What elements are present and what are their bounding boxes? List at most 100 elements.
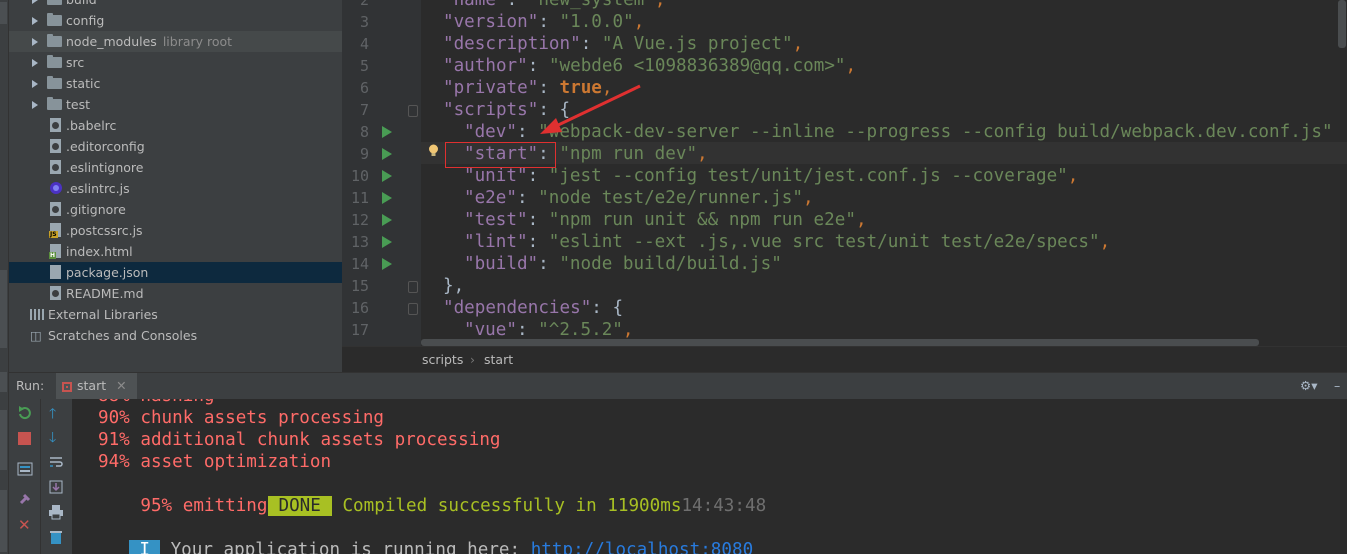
folder-icon	[47, 55, 62, 68]
minimize-icon[interactable]: –	[1334, 373, 1340, 399]
tree-item-label: .postcssrc.js	[66, 223, 143, 238]
tree-item[interactable]: README.md	[9, 283, 342, 304]
tree-item[interactable]: build	[9, 0, 342, 10]
project-tree: build config node_moduleslibrary root src st…	[9, 0, 342, 372]
line-number: 15	[350, 277, 369, 295]
close-run-icon[interactable]: ✕	[18, 517, 34, 533]
code-line: "vue": "^2.5.2",	[464, 320, 634, 340]
console-progress-line: 94% asset optimization	[98, 452, 332, 472]
tree-item[interactable]: ◫ Scratches and Consoles	[9, 325, 342, 346]
edge-tab-project[interactable]	[0, 2, 7, 24]
line-number: 3	[359, 13, 369, 31]
tree-item[interactable]: .gitignore	[9, 199, 342, 220]
expand-arrow-icon[interactable]	[32, 38, 38, 46]
edge-tab-npm[interactable]	[0, 410, 7, 470]
run-console[interactable]: 88% hashing90% chunk assets processing91…	[72, 399, 1347, 554]
html-file-icon	[49, 244, 61, 259]
tree-item[interactable]: .babelrc	[9, 115, 342, 136]
fold-marker-icon[interactable]	[408, 281, 418, 293]
down-arrow-icon[interactable]: 🡓	[49, 427, 65, 446]
run-script-icon[interactable]	[382, 192, 392, 204]
expand-arrow-icon[interactable]	[32, 0, 38, 4]
editor-horizontal-scrollbar[interactable]	[421, 339, 1259, 346]
run-script-icon[interactable]	[382, 236, 392, 248]
expand-arrow-icon[interactable]	[32, 59, 38, 67]
code-line: "dependencies": {	[443, 298, 624, 318]
expand-arrow-icon[interactable]	[32, 101, 38, 109]
tree-item-label: .gitignore	[66, 202, 126, 217]
clear-trash-icon[interactable]	[48, 529, 64, 545]
up-arrow-icon[interactable]: 🡑	[49, 403, 65, 422]
pin-icon[interactable]	[17, 491, 33, 507]
code-editor[interactable]: "name": "new_system", "version": "1.0.0",…	[421, 0, 1347, 346]
rerun-icon[interactable]	[17, 405, 33, 421]
running-line: I Your application is running here: http…	[87, 517, 753, 554]
stop-icon[interactable]	[18, 432, 31, 445]
run-script-icon[interactable]	[382, 126, 392, 138]
tree-item-label: External Libraries	[48, 307, 158, 322]
tree-item[interactable]: config	[9, 10, 342, 31]
line-number: 4	[359, 35, 369, 53]
breadcrumb-item-scripts[interactable]: scripts	[422, 347, 463, 373]
libraries-icon	[30, 309, 46, 320]
run-toolwindow-header: Run: start ✕ ⚙▾ –	[9, 372, 1347, 399]
config-file-icon	[50, 160, 61, 174]
line-number: 14	[350, 255, 369, 273]
tree-item-label: index.html	[66, 244, 133, 259]
tree-item[interactable]: package.json	[9, 262, 342, 283]
edge-tab-favorites[interactable]	[0, 270, 7, 348]
tree-item[interactable]: External Libraries	[9, 304, 342, 325]
library-root-note: library root	[162, 34, 233, 49]
breadcrumb: scripts › start	[342, 346, 1347, 373]
folder-icon	[47, 97, 62, 110]
folder-icon	[47, 76, 62, 89]
run-script-icon[interactable]	[382, 258, 392, 270]
breadcrumb-item-start[interactable]: start	[484, 347, 513, 373]
line-number: 9	[359, 145, 369, 163]
tree-item[interactable]: .editorconfig	[9, 136, 342, 157]
code-line: },	[443, 276, 465, 296]
gear-icon[interactable]: ⚙▾	[1300, 373, 1317, 399]
tree-item[interactable]: static	[9, 73, 342, 94]
info-badge: I	[129, 540, 160, 554]
run-script-icon[interactable]	[382, 170, 392, 182]
expand-arrow-icon[interactable]	[32, 17, 38, 25]
emit-progress: 95% emitting	[140, 496, 268, 516]
line-number: 13	[350, 233, 369, 251]
layout-icon[interactable]	[17, 461, 33, 477]
print-icon[interactable]	[48, 504, 64, 520]
line-number: 2	[359, 0, 369, 9]
tree-item-label: package.json	[66, 265, 149, 280]
run-script-icon[interactable]	[382, 148, 392, 160]
code-line: "build": "node build/build.js"	[464, 254, 782, 274]
tree-item[interactable]: test	[9, 94, 342, 115]
editor-vertical-scrollbar[interactable]	[1338, 0, 1346, 48]
tree-item[interactable]: src	[9, 52, 342, 73]
expand-arrow-icon[interactable]	[32, 80, 38, 88]
scroll-to-end-icon[interactable]	[48, 479, 64, 495]
tree-item-label: build	[66, 0, 97, 10]
edge-tab-structure[interactable]	[0, 372, 7, 392]
tree-item[interactable]: node_modules library root	[9, 31, 342, 52]
line-number: 17	[350, 321, 369, 339]
lightbulb-icon[interactable]	[428, 144, 439, 157]
edge-tab-z-structure[interactable]	[0, 490, 7, 552]
soft-wrap-icon[interactable]	[48, 454, 64, 470]
run-script-icon[interactable]	[382, 214, 392, 226]
localhost-link[interactable]: http://localhost:8080	[531, 540, 753, 554]
close-icon[interactable]: ✕	[116, 378, 126, 393]
tree-item[interactable]: .eslintrc.js	[9, 178, 342, 199]
compiled-line: 95% emitting DONE Compiled successfully i…	[98, 473, 766, 516]
line-number: 8	[359, 123, 369, 141]
scratches-icon: ◫	[30, 328, 42, 343]
tree-item[interactable]: .eslintignore	[9, 157, 342, 178]
fold-marker-icon[interactable]	[408, 303, 418, 315]
tree-item-label: README.md	[66, 286, 144, 301]
tree-item-label: config	[66, 13, 105, 28]
tree-item[interactable]: index.html	[9, 241, 342, 262]
tree-item[interactable]: .postcssrc.js	[9, 220, 342, 241]
run-tab-start[interactable]: start ✕	[56, 373, 137, 399]
tree-item-label: src	[66, 55, 85, 70]
fold-marker-icon[interactable]	[408, 105, 418, 117]
running-message: Your application is running here:	[170, 540, 521, 554]
